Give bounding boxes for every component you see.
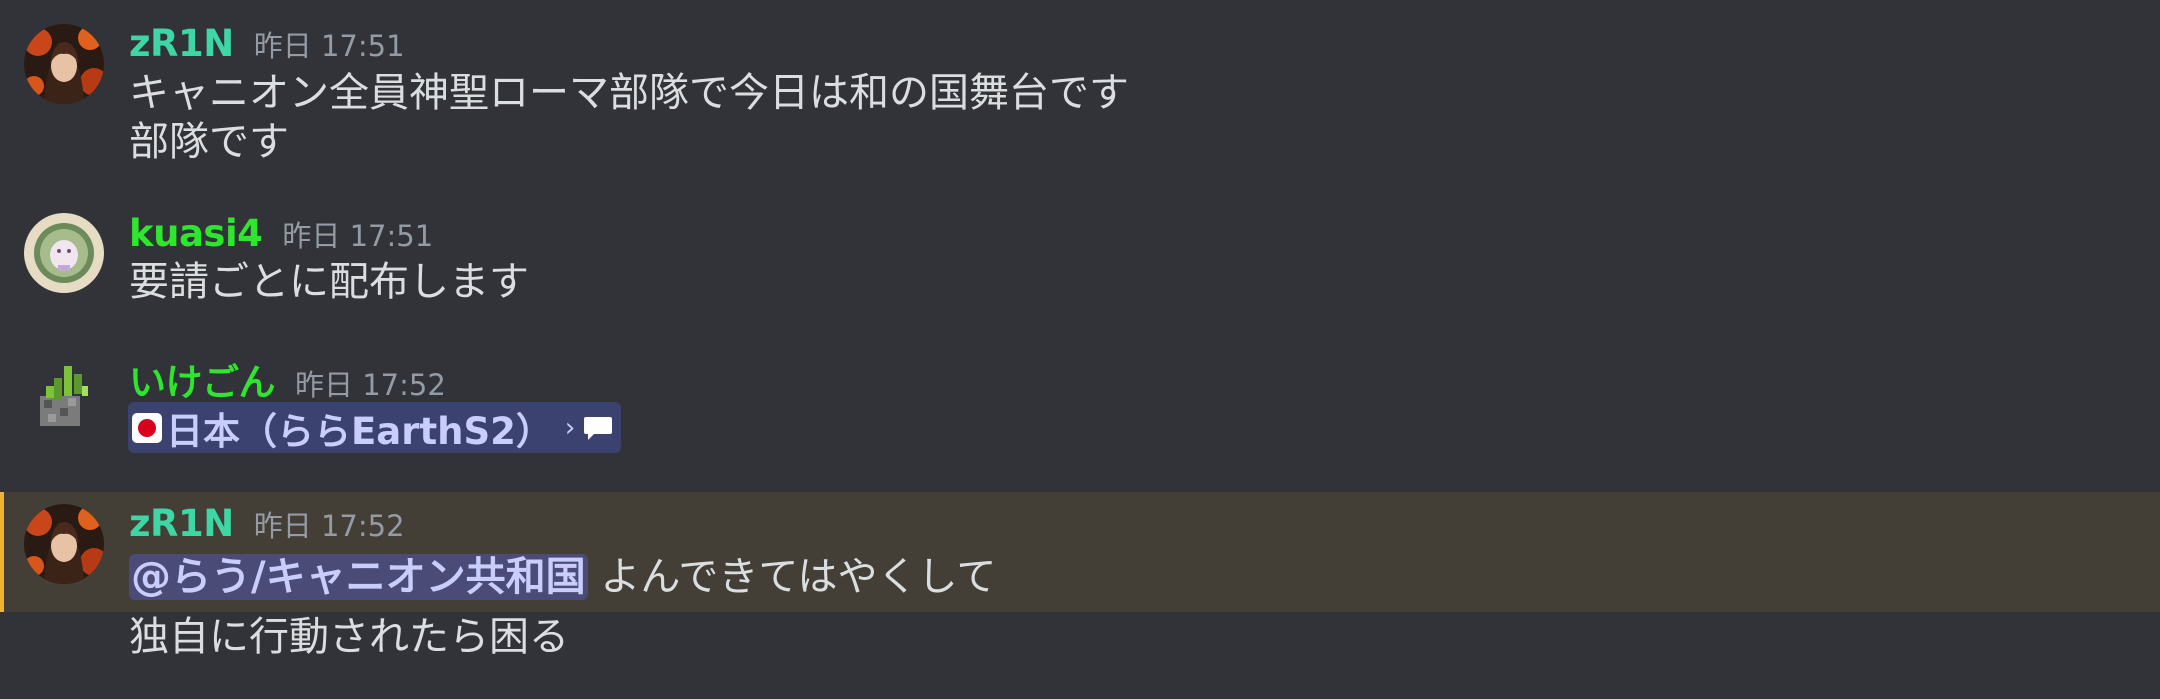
anime-portrait-avatar: [24, 504, 104, 584]
avatar[interactable]: [24, 213, 104, 293]
timestamp: 昨日 17:52: [253, 509, 405, 543]
message-text: 部隊です: [129, 119, 289, 165]
chat-bubble-icon: [583, 415, 613, 441]
message-text-suffix: よんできてはやくして: [587, 554, 997, 600]
anime-portrait-avatar: [24, 24, 104, 104]
pixel-plant-avatar: [40, 366, 88, 426]
message-header: zR1N 昨日 17:52: [129, 502, 405, 550]
mention-highlight-bar: [0, 492, 4, 612]
message-text: キャニオン全員神聖ローマ部隊で今日は和の国舞台です: [129, 70, 1129, 116]
chevron-right-icon: ›: [564, 412, 576, 443]
username[interactable]: kuasi4: [129, 212, 263, 255]
japan-flag-icon: [132, 412, 162, 443]
avatar[interactable]: [24, 504, 104, 584]
avatar[interactable]: [24, 24, 104, 104]
message-text: 独自に行動されたら困る: [129, 614, 569, 660]
timestamp: 昨日 17:51: [253, 29, 405, 63]
message-header: zR1N 昨日 17:51: [129, 22, 405, 70]
message-header: kuasi4 昨日 17:51: [129, 212, 433, 260]
channel-link[interactable]: 日本（ららEarthS2） ›: [128, 402, 622, 453]
username[interactable]: zR1N: [129, 22, 234, 65]
avatar[interactable]: [24, 352, 104, 432]
round-badge-avatar: [24, 213, 104, 293]
message-text: 要請ごとに配布します: [129, 259, 529, 305]
timestamp: 昨日 17:51: [282, 219, 434, 253]
message-header: いけごん 昨日 17:52: [129, 352, 446, 404]
channel-link-name: 日本（ららEarthS2）: [166, 409, 553, 453]
message-text: @らう/キャニオン共和国 よんできてはやくして: [129, 552, 996, 602]
timestamp: 昨日 17:52: [295, 368, 446, 402]
username[interactable]: いけごん: [129, 352, 276, 406]
username[interactable]: zR1N: [129, 502, 234, 545]
user-mention[interactable]: @らう/キャニオン共和国: [129, 554, 588, 600]
